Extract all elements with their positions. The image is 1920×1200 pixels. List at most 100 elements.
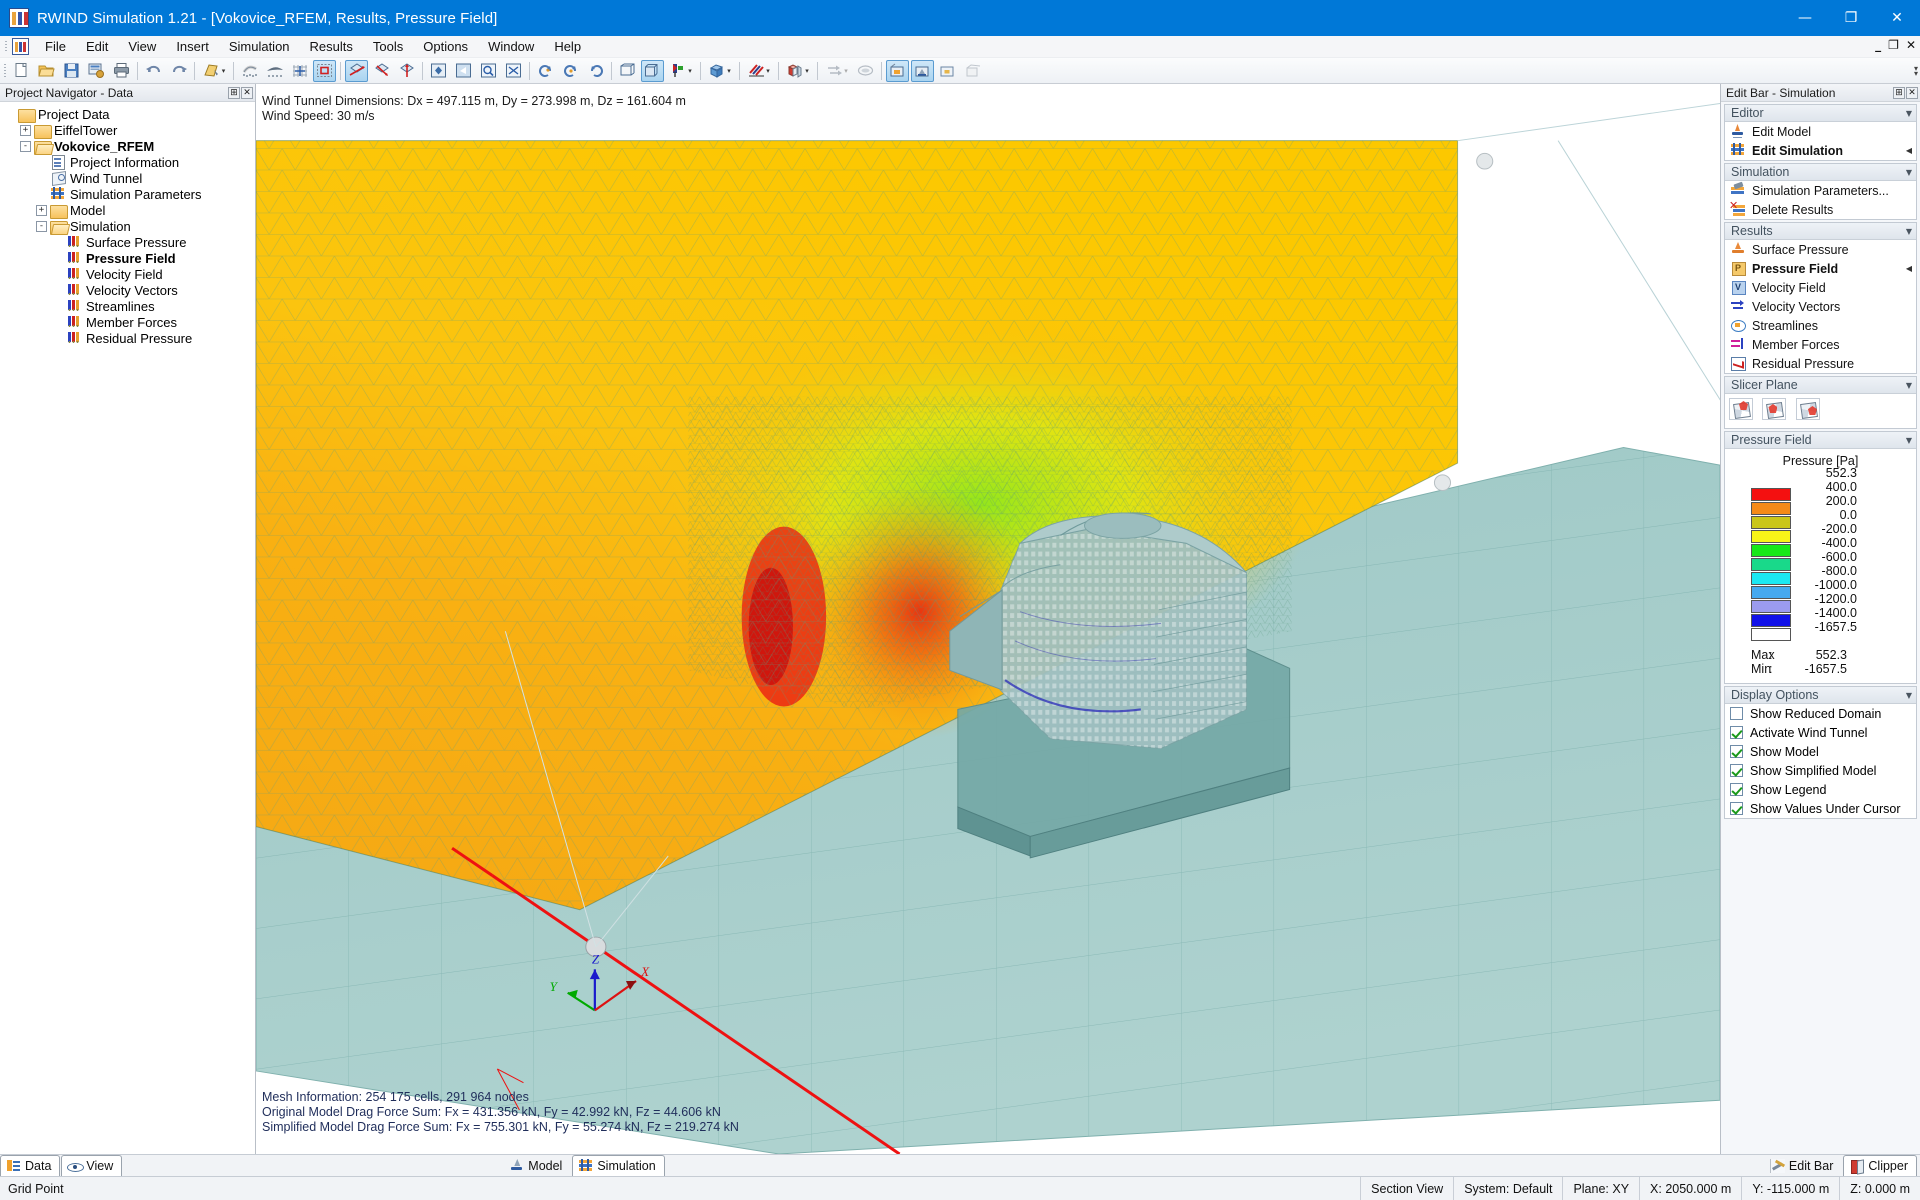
view-center-icon[interactable] xyxy=(427,60,450,82)
editbar-item-surface-pressure[interactable]: Surface Pressure xyxy=(1725,240,1916,259)
rotate-ccw-icon[interactable] xyxy=(559,60,582,82)
collapse-icon[interactable]: - xyxy=(36,220,47,232)
tree-item-simulation-parameters[interactable]: Simulation Parameters xyxy=(0,186,255,202)
editbar-group-header-simulation[interactable]: Simulation ▼ xyxy=(1725,164,1916,181)
menu-item-options[interactable]: Options xyxy=(413,37,478,57)
zoom-window-icon[interactable] xyxy=(477,60,500,82)
editbar-item-velocity-vectors[interactable]: Velocity Vectors xyxy=(1725,297,1916,316)
tree-item-eiffeltower[interactable]: + EiffelTower xyxy=(0,122,255,139)
tree-item-project-information[interactable]: Project Information xyxy=(0,154,255,170)
selection-box-icon[interactable] xyxy=(313,59,336,82)
mdi-close-button[interactable]: ✕ xyxy=(1906,38,1916,52)
vector-flow-icon[interactable]: ▾ xyxy=(822,60,852,82)
save-icon[interactable] xyxy=(60,60,83,82)
menu-item-simulation[interactable]: Simulation xyxy=(219,37,300,57)
menu-item-edit[interactable]: Edit xyxy=(76,37,118,57)
tree-item-pressure-field[interactable]: Pressure Field xyxy=(0,250,255,266)
navigator-close-button[interactable]: ✕ xyxy=(241,86,253,99)
render-mode-icon[interactable]: ▾ xyxy=(199,60,229,82)
rotate-view-z-icon[interactable] xyxy=(395,60,418,82)
tab-simulation[interactable]: Simulation xyxy=(572,1155,665,1176)
chevron-down-icon[interactable]: ▼ xyxy=(1906,168,1912,177)
maximize-window-button[interactable]: ❐ xyxy=(1828,0,1874,36)
tree-item-vokovice-rfem[interactable]: - Vokovice_RFEM xyxy=(0,138,255,155)
print-icon[interactable] xyxy=(110,60,133,82)
slicer-plane-x-icon[interactable] xyxy=(1729,398,1753,420)
result-model-icon[interactable] xyxy=(911,59,934,82)
editbar-group-header-results[interactable]: Results ▼ xyxy=(1725,223,1916,240)
navigator-pin-button[interactable]: ⊞ xyxy=(228,86,240,99)
mdi-minimize-button[interactable]: _ xyxy=(1875,38,1881,52)
tree-item-surface-pressure[interactable]: Surface Pressure xyxy=(0,234,255,250)
snap-grid-icon[interactable] xyxy=(288,60,311,82)
previous-view-icon[interactable] xyxy=(452,60,475,82)
tree-item-streamlines[interactable]: Streamlines xyxy=(0,298,255,314)
tab-data[interactable]: Data xyxy=(0,1155,61,1176)
tree-item-model[interactable]: + Model xyxy=(0,202,255,219)
slicer-plane-y-icon[interactable] xyxy=(1762,398,1787,420)
display-option-activate-wind-tunnel[interactable]: Activate Wind Tunnel xyxy=(1725,723,1916,742)
eagle-view-icon[interactable] xyxy=(263,60,286,82)
mdi-restore-button[interactable]: ❐ xyxy=(1888,38,1899,52)
display-option-show-legend[interactable]: Show Legend xyxy=(1725,780,1916,799)
rotate-left-icon[interactable] xyxy=(534,60,557,82)
editbar-item-delete-results[interactable]: Delete Results xyxy=(1725,200,1916,219)
zoom-all-icon[interactable] xyxy=(502,60,525,82)
tab-model[interactable]: Model xyxy=(503,1155,571,1176)
section-icon[interactable]: ▾ xyxy=(744,60,774,82)
tree-item-simulation[interactable]: - Simulation xyxy=(0,218,255,235)
status-system[interactable]: System: Default xyxy=(1453,1176,1562,1200)
close-window-button[interactable]: ✕ xyxy=(1874,0,1920,36)
editbar-item-edit-simulation[interactable]: Edit Simulation ◀ xyxy=(1725,141,1916,160)
rotate-view-x-icon[interactable] xyxy=(345,59,368,82)
result-grid-icon[interactable] xyxy=(936,60,959,82)
marker-icon[interactable]: ▾ xyxy=(666,60,696,82)
slicer-plane-z-icon[interactable] xyxy=(1795,398,1820,420)
solid-view-icon[interactable] xyxy=(641,59,664,82)
edit-bar-close-button[interactable]: ✕ xyxy=(1906,86,1918,99)
render-box-icon[interactable]: ▾ xyxy=(705,60,735,82)
status-plane[interactable]: Plane: XY xyxy=(1562,1176,1639,1200)
editbar-item-member-forces[interactable]: Member Forces xyxy=(1725,335,1916,354)
chevron-down-icon[interactable]: ▼ xyxy=(1906,381,1912,390)
expand-icon[interactable]: + xyxy=(20,124,31,136)
slicer-plane-header[interactable]: Slicer Plane ▼ xyxy=(1725,377,1916,394)
tab-view[interactable]: View xyxy=(61,1155,123,1176)
menu-item-insert[interactable]: Insert xyxy=(166,37,219,57)
tree-item-member-forces[interactable]: Member Forces xyxy=(0,314,255,330)
display-option-show-reduced-domain[interactable]: Show Reduced Domain xyxy=(1725,704,1916,723)
menu-item-window[interactable]: Window xyxy=(478,37,544,57)
rotate-view-y-icon[interactable] xyxy=(370,60,393,82)
streamline-icon[interactable] xyxy=(854,60,877,82)
chevron-down-icon-2[interactable]: ▼ xyxy=(1906,436,1912,445)
new-document-icon[interactable] xyxy=(10,60,33,82)
chevron-down-icon[interactable]: ▼ xyxy=(1906,227,1912,236)
tree-item-project-data[interactable]: Project Data xyxy=(0,106,255,123)
editbar-item-pressure-field[interactable]: P Pressure Field ◀ xyxy=(1725,259,1916,278)
menu-item-view[interactable]: View xyxy=(118,37,166,57)
tree-item-wind-tunnel[interactable]: Wind Tunnel xyxy=(0,170,255,186)
editbar-item-simulation-parameters[interactable]: Simulation Parameters... xyxy=(1725,181,1916,200)
toolbar-grip-handle[interactable] xyxy=(2,61,9,81)
menu-item-results[interactable]: Results xyxy=(300,37,363,57)
menu-item-help[interactable]: Help xyxy=(544,37,591,57)
result-surface-icon[interactable] xyxy=(886,59,909,82)
redo-icon[interactable] xyxy=(167,60,190,82)
display-options-header[interactable]: Display Options ▼ xyxy=(1725,687,1916,704)
clip-box-icon[interactable]: ▾ xyxy=(783,60,813,82)
minimize-window-button[interactable]: — xyxy=(1782,0,1828,36)
open-folder-icon[interactable] xyxy=(35,60,58,82)
menu-item-tools[interactable]: Tools xyxy=(363,37,413,57)
point-cloud-icon[interactable] xyxy=(238,60,261,82)
display-option-show-values-under-cursor[interactable]: Show Values Under Cursor xyxy=(1725,799,1916,818)
checkbox[interactable] xyxy=(1730,745,1743,758)
toolbar-overflow-button[interactable]: ▾ ▾ xyxy=(1914,64,1918,77)
menu-item-file[interactable]: File xyxy=(35,37,76,57)
editbar-group-header-editor[interactable]: Editor ▼ xyxy=(1725,105,1916,122)
undo-icon[interactable] xyxy=(142,60,165,82)
tree-item-velocity-field[interactable]: Velocity Field xyxy=(0,266,255,282)
chevron-down-icon-3[interactable]: ▼ xyxy=(1906,691,1912,700)
editbar-item-streamlines[interactable]: Streamlines xyxy=(1725,316,1916,335)
checkbox[interactable] xyxy=(1730,726,1743,739)
editbar-item-velocity-field[interactable]: V Velocity Field xyxy=(1725,278,1916,297)
